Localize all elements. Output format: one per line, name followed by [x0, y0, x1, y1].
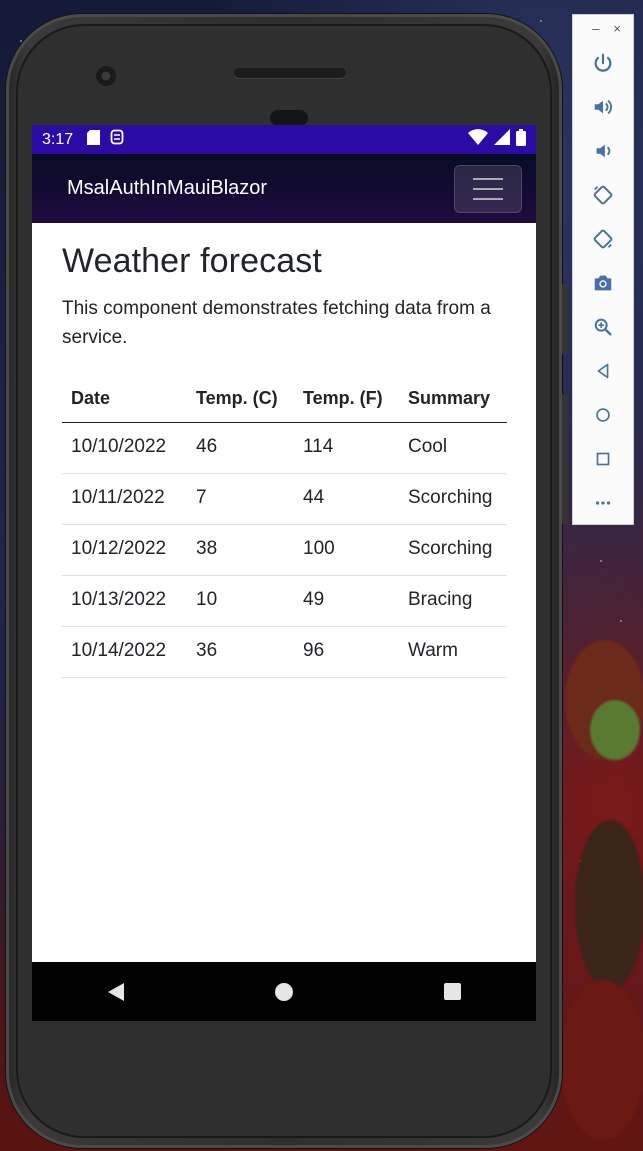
table-row: 10/12/2022 38 100 Scorching	[62, 524, 507, 576]
battery-icon	[516, 128, 526, 151]
android-navigation-bar	[32, 962, 536, 1021]
back-icon[interactable]	[573, 349, 633, 393]
nav-back-icon[interactable]	[107, 982, 124, 1001]
earpiece-speaker	[234, 68, 346, 78]
table-row: 10/10/2022 46 114 Cool	[62, 422, 507, 474]
forecast-table: Date Temp. (C) Temp. (F) Summary 10/10/2…	[62, 375, 507, 678]
table-header-row: Date Temp. (C) Temp. (F) Summary	[62, 375, 507, 423]
cell-temp-c: 46	[187, 422, 294, 474]
sd-card-icon	[87, 129, 101, 150]
camera-icon[interactable]	[573, 261, 633, 305]
cell-temp-f: 44	[294, 473, 399, 525]
wallpaper-figure	[560, 980, 643, 1140]
overview-icon[interactable]	[573, 437, 633, 481]
rotate-left-icon[interactable]	[573, 173, 633, 217]
column-header-date: Date	[62, 375, 187, 423]
hamburger-menu-icon	[473, 187, 503, 190]
sim-icon	[110, 129, 124, 150]
cell-temp-c: 10	[187, 575, 294, 627]
power-side-button[interactable]	[562, 284, 568, 354]
proximity-sensor	[270, 110, 308, 126]
cell-summary: Scorching	[399, 524, 507, 576]
device-screen: 3:17 MsalAuthInMauiBlazor Weather foreca…	[32, 125, 536, 1021]
nav-recents-icon[interactable]	[443, 983, 461, 1000]
table-row: 10/13/2022 10 49 Bracing	[62, 575, 507, 627]
main-content: Weather forecast This component demonstr…	[32, 223, 536, 678]
cell-temp-c: 38	[187, 524, 294, 576]
column-header-temp-c: Temp. (C)	[187, 375, 294, 423]
wifi-icon	[468, 129, 488, 150]
top-navbar: MsalAuthInMauiBlazor	[32, 154, 536, 223]
status-bar: 3:17	[32, 125, 536, 154]
wallpaper-figure	[590, 700, 640, 760]
rotate-right-icon[interactable]	[573, 217, 633, 261]
cell-date: 10/10/2022	[62, 422, 187, 474]
hamburger-menu-icon	[473, 197, 503, 200]
cell-temp-c: 36	[187, 626, 294, 678]
page-description: This component demonstrates fetching dat…	[62, 297, 491, 348]
column-header-summary: Summary	[399, 375, 507, 423]
emulator-minimize-button[interactable]: –	[592, 21, 599, 36]
cell-summary: Scorching	[399, 473, 507, 525]
cell-temp-f: 100	[294, 524, 399, 576]
cell-summary: Bracing	[399, 575, 507, 627]
nav-home-icon[interactable]	[274, 982, 293, 1001]
power-icon[interactable]	[573, 41, 633, 85]
navbar-brand[interactable]: MsalAuthInMauiBlazor	[67, 177, 267, 200]
emulator-toolbar: – ×	[572, 14, 634, 525]
hamburger-menu-icon	[473, 177, 503, 180]
cell-temp-f: 49	[294, 575, 399, 627]
signal-icon	[494, 129, 510, 150]
cell-summary: Warm	[399, 626, 507, 678]
wallpaper-figure	[575, 820, 643, 990]
more-icon[interactable]	[573, 481, 633, 525]
cell-date: 10/13/2022	[62, 575, 187, 627]
table-row: 10/11/2022 7 44 Scorching	[62, 473, 507, 525]
cell-date: 10/11/2022	[62, 473, 187, 525]
volume-side-button[interactable]	[562, 394, 568, 524]
emulator-window-controls: – ×	[573, 15, 633, 41]
home-icon[interactable]	[573, 393, 633, 437]
cell-summary: Cool	[399, 422, 507, 474]
cell-date: 10/14/2022	[62, 626, 187, 678]
zoom-icon[interactable]	[573, 305, 633, 349]
cell-temp-c: 7	[187, 473, 294, 525]
navbar-toggler-button[interactable]	[454, 164, 522, 213]
table-row: 10/14/2022 36 96 Warm	[62, 626, 507, 678]
column-header-temp-f: Temp. (F)	[294, 375, 399, 423]
volume-up-icon[interactable]	[573, 85, 633, 129]
emulator-close-button[interactable]: ×	[613, 21, 621, 36]
volume-down-icon[interactable]	[573, 129, 633, 173]
front-camera	[96, 66, 116, 86]
cell-temp-f: 114	[294, 422, 399, 474]
cell-temp-f: 96	[294, 626, 399, 678]
status-time: 3:17	[42, 130, 74, 148]
cell-date: 10/12/2022	[62, 524, 187, 576]
page-title: Weather forecast	[62, 242, 322, 280]
